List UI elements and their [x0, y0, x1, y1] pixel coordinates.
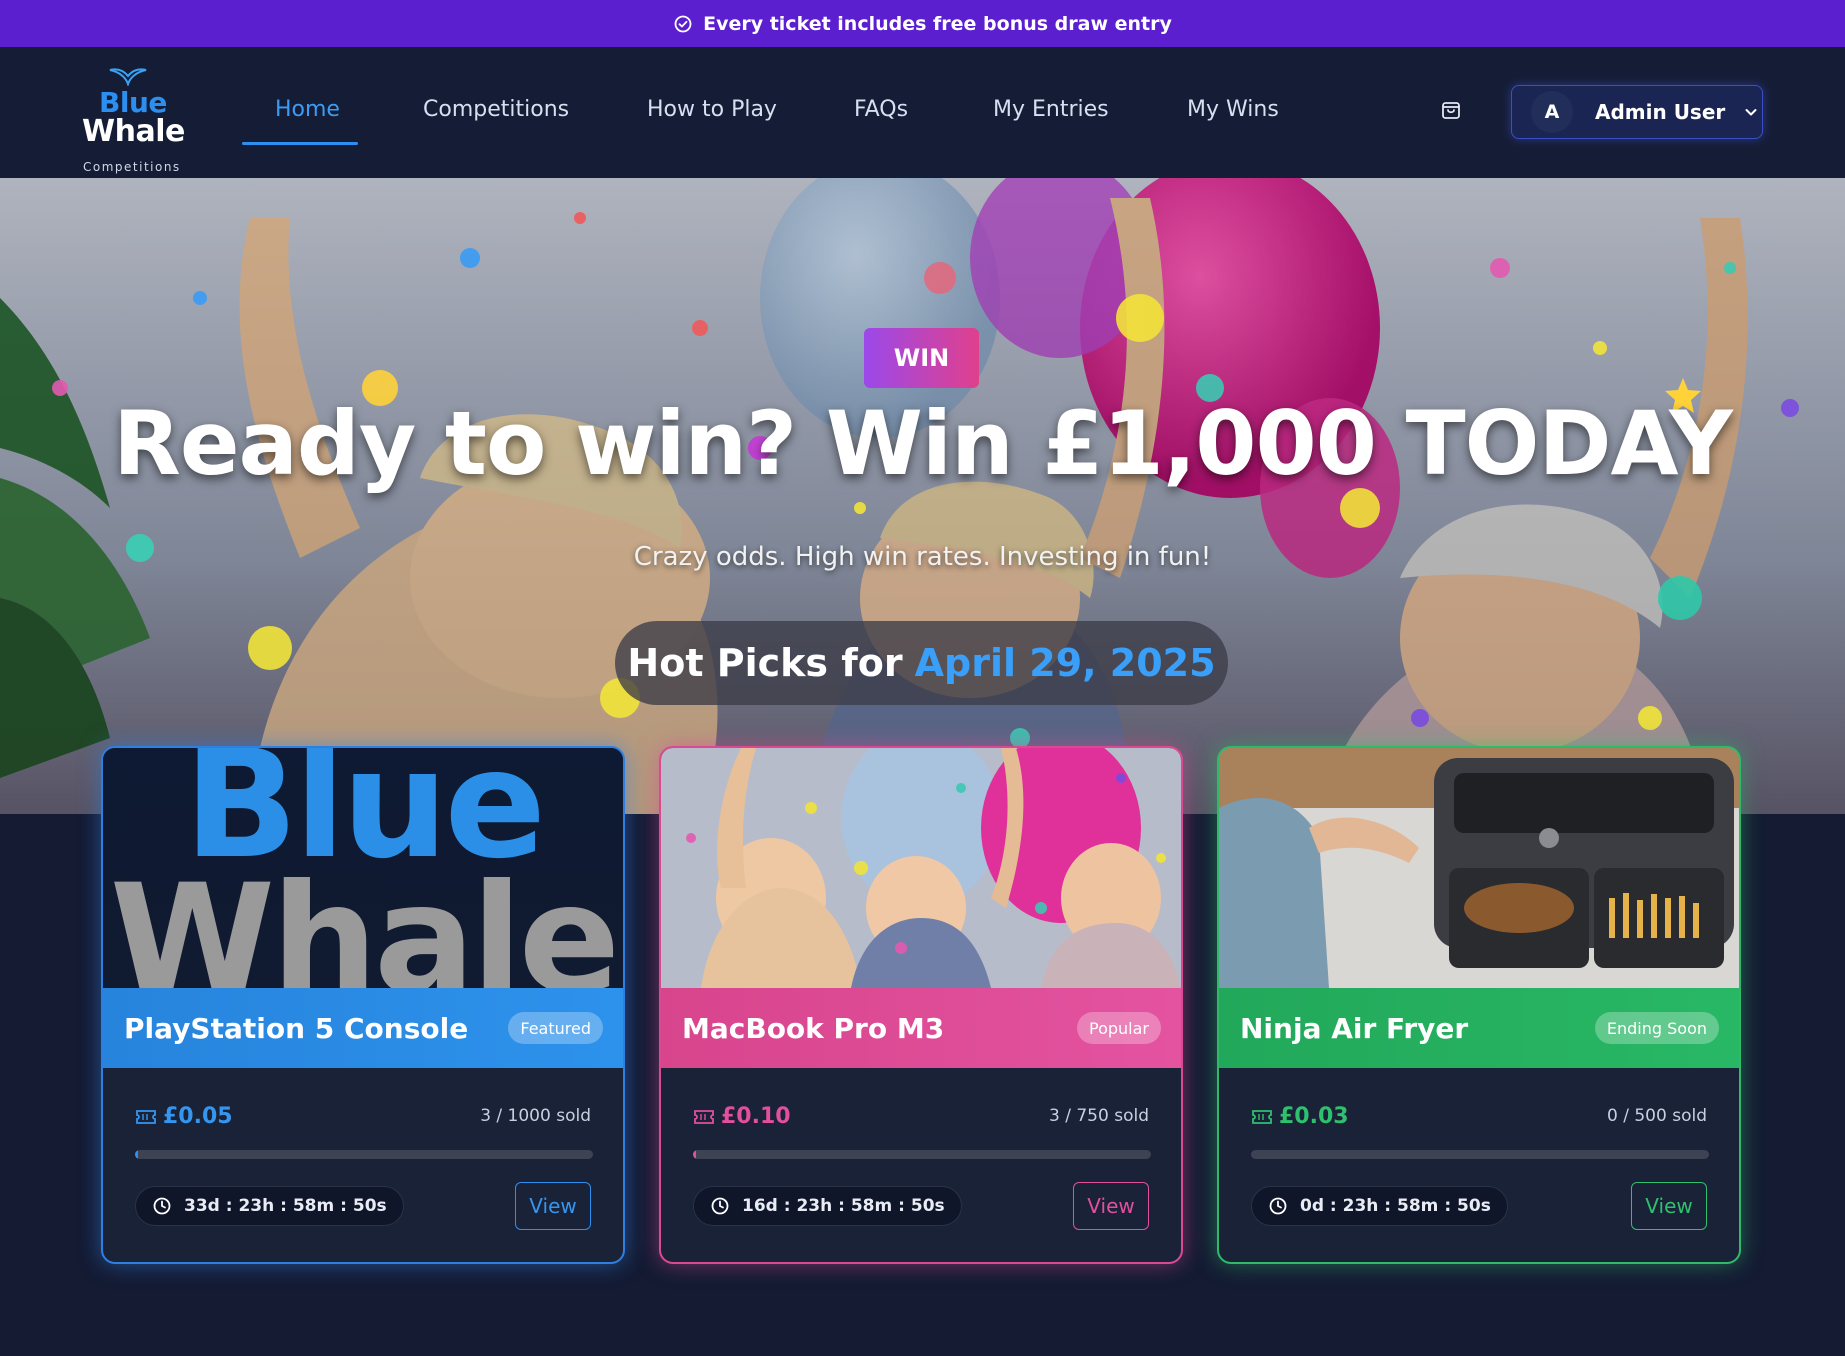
- price-value: £0.03: [1279, 1104, 1349, 1129]
- avatar: A: [1531, 91, 1573, 133]
- competition-card-air-fryer[interactable]: Ninja Air Fryer Ending Soon £0.03 0 / 50…: [1217, 746, 1741, 1264]
- announcement-text: Every ticket includes free bonus draw en…: [703, 12, 1172, 35]
- progress-bar: [1251, 1150, 1709, 1159]
- card-header: Ninja Air Fryer Ending Soon: [1219, 988, 1739, 1068]
- clock-icon: [711, 1197, 729, 1215]
- user-menu-button[interactable]: A Admin User: [1511, 85, 1763, 139]
- main-navbar: Blue Whale Competitions Home Competition…: [0, 47, 1845, 178]
- check-circle-icon: [674, 15, 692, 32]
- status-badge: Featured: [508, 1012, 603, 1044]
- ticket-price: £0.05: [135, 1104, 233, 1129]
- chevron-down-icon: [1745, 109, 1757, 116]
- brand-line-3: Competitions: [83, 160, 181, 174]
- competition-card-macbook[interactable]: MacBook Pro M3 Popular £0.10 3 / 750 sol…: [659, 746, 1183, 1264]
- win-badge: WIN: [864, 328, 979, 388]
- shopping-bag-icon[interactable]: [1439, 98, 1463, 122]
- sold-count: 3 / 1000 sold: [480, 1106, 591, 1126]
- nav-home[interactable]: Home: [275, 97, 340, 122]
- timer-text: 16d : 23h : 58m : 50s: [742, 1196, 945, 1216]
- nav-my-entries[interactable]: My Entries: [993, 97, 1109, 122]
- status-badge: Ending Soon: [1594, 1012, 1719, 1044]
- timer-text: 33d : 23h : 58m : 50s: [184, 1196, 387, 1216]
- progress-fill: [135, 1150, 138, 1159]
- nav-how-to-play[interactable]: How to Play: [647, 97, 777, 122]
- timer-text: 0d : 23h : 58m : 50s: [1300, 1196, 1491, 1216]
- nav-competitions[interactable]: Competitions: [423, 97, 569, 122]
- card-image: [661, 748, 1181, 988]
- card-title: Ninja Air Fryer: [1240, 1011, 1469, 1045]
- price-value: £0.05: [163, 1104, 233, 1129]
- ticket-price: £0.03: [1251, 1104, 1349, 1129]
- announcement-bar: Every ticket includes free bonus draw en…: [0, 0, 1845, 47]
- hero-banner: WIN Ready to win? Win £1,000 TODAY Crazy…: [0, 178, 1845, 814]
- hot-picks-date: April 29, 2025: [914, 641, 1216, 685]
- ticket-icon: [694, 1109, 714, 1124]
- card-title: PlayStation 5 Console: [124, 1011, 469, 1045]
- progress-bar: [693, 1150, 1151, 1159]
- price-value: £0.10: [721, 1104, 791, 1129]
- status-badge: Popular: [1077, 1012, 1161, 1044]
- progress-fill: [693, 1150, 696, 1159]
- clock-icon: [1269, 1197, 1287, 1215]
- view-button[interactable]: View: [1073, 1182, 1149, 1230]
- nav-faqs[interactable]: FAQs: [854, 97, 908, 122]
- countdown-timer: 16d : 23h : 58m : 50s: [693, 1186, 962, 1226]
- card-header: MacBook Pro M3 Popular: [661, 988, 1181, 1068]
- sold-count: 0 / 500 sold: [1607, 1106, 1707, 1126]
- card-header: PlayStation 5 Console Featured: [103, 988, 623, 1068]
- countdown-timer: 33d : 23h : 58m : 50s: [135, 1186, 404, 1226]
- countdown-timer: 0d : 23h : 58m : 50s: [1251, 1186, 1508, 1226]
- user-name: Admin User: [1595, 100, 1726, 124]
- whale-tail-icon: [109, 68, 147, 86]
- competition-card-ps5[interactable]: Blue Whale PlayStation 5 Console Feature…: [101, 746, 625, 1264]
- hot-picks-prefix: Hot Picks for: [627, 641, 903, 685]
- sold-count: 3 / 750 sold: [1049, 1106, 1149, 1126]
- hero-subtitle: Crazy odds. High win rates. Investing in…: [633, 542, 1212, 572]
- view-button[interactable]: View: [1631, 1182, 1707, 1230]
- hot-picks-banner: Hot Picks for April 29, 2025: [615, 621, 1228, 705]
- card-image: Blue Whale: [103, 748, 623, 988]
- brand-logo[interactable]: Blue Whale Competitions: [82, 64, 192, 174]
- ticket-icon: [1252, 1109, 1272, 1124]
- nav-my-wins[interactable]: My Wins: [1187, 97, 1279, 122]
- brand-line-2: Whale: [82, 114, 185, 149]
- card-image-text-2: Whale: [109, 853, 621, 988]
- nav-active-indicator: [242, 142, 358, 145]
- progress-bar: [135, 1150, 593, 1159]
- clock-icon: [153, 1197, 171, 1215]
- card-title: MacBook Pro M3: [682, 1011, 945, 1045]
- view-button[interactable]: View: [515, 1182, 591, 1230]
- hero-background-image: [0, 178, 1845, 814]
- ticket-price: £0.10: [693, 1104, 791, 1129]
- ticket-icon: [136, 1109, 156, 1124]
- card-image: [1219, 748, 1739, 988]
- hero-title: Ready to win? Win £1,000 TODAY: [113, 392, 1733, 495]
